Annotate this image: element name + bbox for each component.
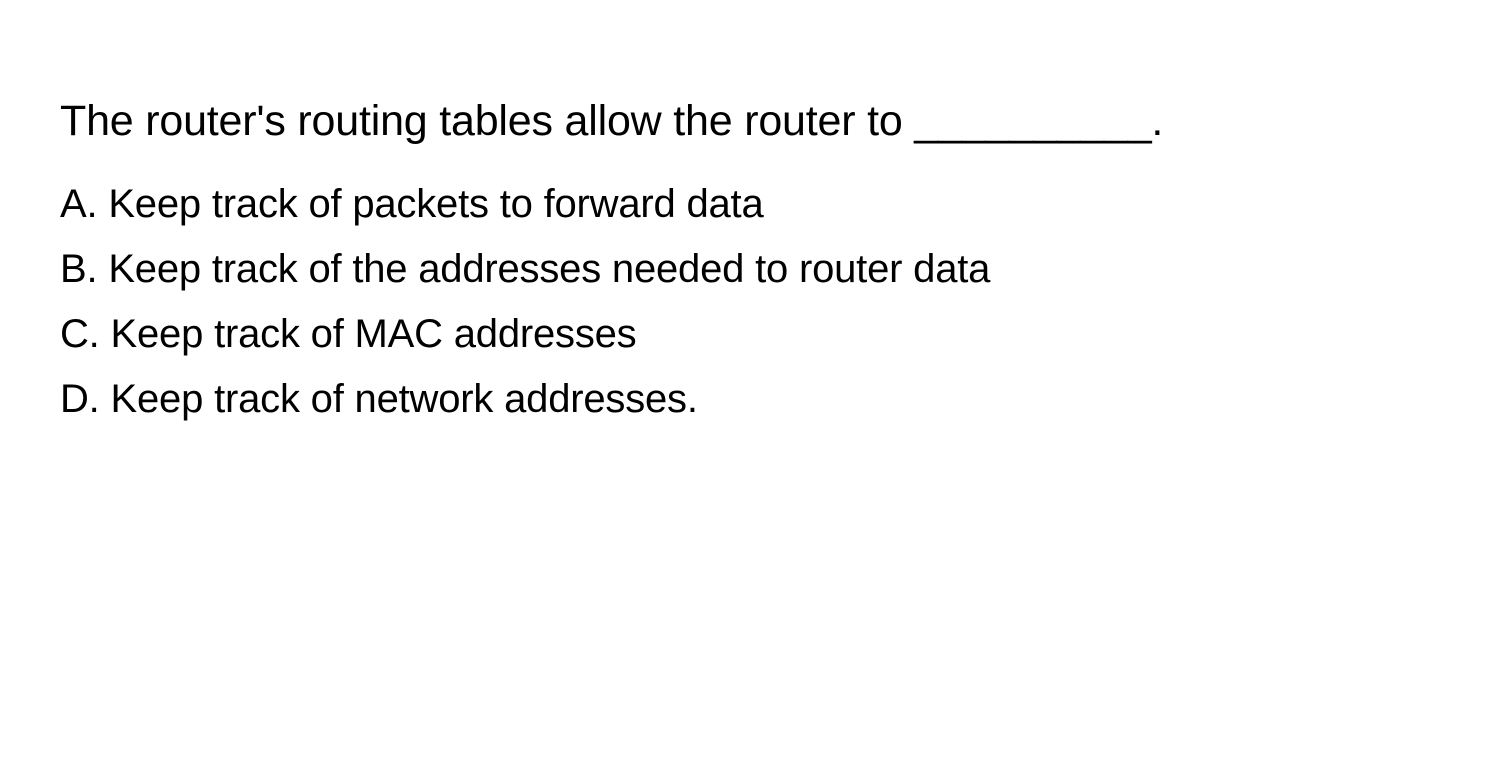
option-b-text: Keep track of the addresses needed to ro… — [108, 247, 990, 291]
option-a: A. Keep track of packets to forward data — [60, 172, 1440, 237]
question-block: The router's routing tables allow the ro… — [0, 0, 1500, 473]
option-c-text: Keep track of MAC addresses — [111, 312, 637, 356]
option-d: D. Keep track of network addresses. — [60, 367, 1440, 432]
options-list: A. Keep track of packets to forward data… — [60, 172, 1440, 433]
option-b: B. Keep track of the addresses needed to… — [60, 237, 1440, 302]
option-d-text: Keep track of network addresses. — [111, 377, 698, 421]
option-a-label: A. — [60, 182, 97, 226]
question-stem: The router's routing tables allow the ro… — [60, 80, 1440, 164]
option-c: C. Keep track of MAC addresses — [60, 302, 1440, 367]
option-d-label: D. — [60, 377, 100, 421]
option-a-text: Keep track of packets to forward data — [108, 182, 763, 226]
option-c-label: C. — [60, 312, 100, 356]
option-b-label: B. — [60, 247, 97, 291]
